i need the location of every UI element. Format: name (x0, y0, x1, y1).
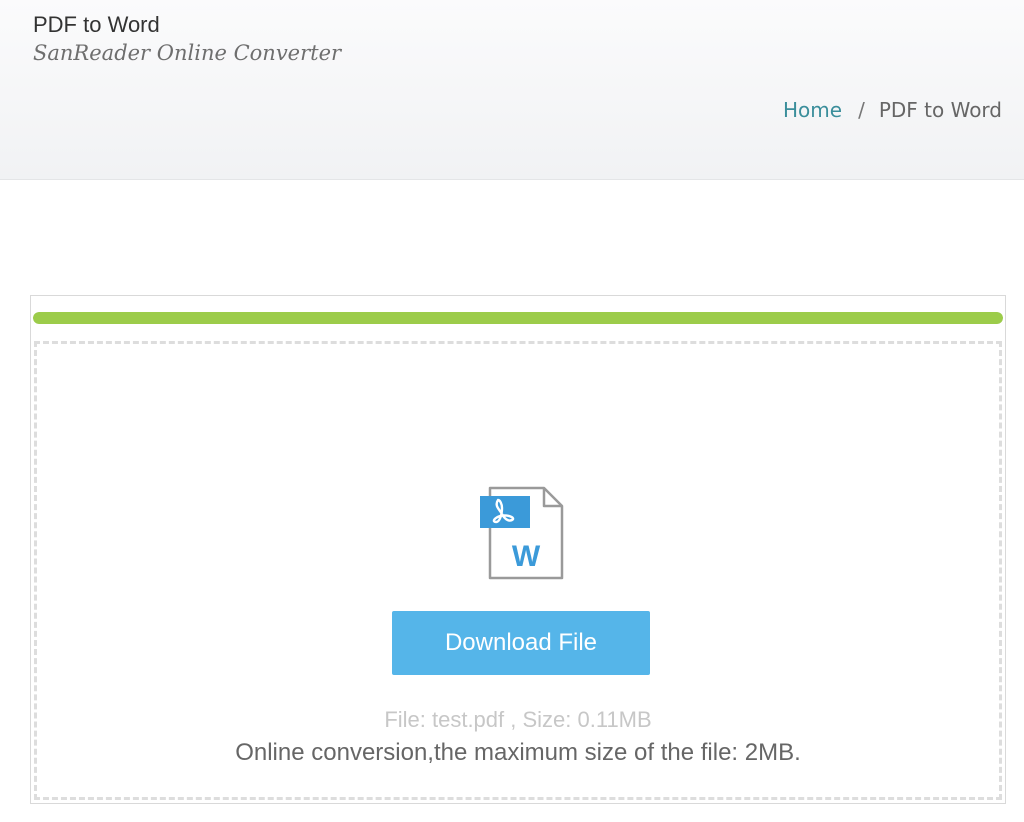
word-letter: W (512, 540, 541, 573)
converter-panel: W Download File File: test.pdf , Size: 0… (30, 295, 1006, 804)
site-subtitle: SanReader Online Converter (33, 41, 342, 65)
breadcrumb-separator: / (858, 98, 865, 122)
file-dropzone: W Download File File: test.pdf , Size: 0… (34, 341, 1002, 800)
download-file-button[interactable]: Download File (392, 611, 650, 675)
progress-bar (33, 312, 1003, 324)
breadcrumb-current: PDF to Word (878, 98, 1002, 122)
breadcrumb-home-link[interactable]: Home (783, 98, 842, 122)
progress-bar-fill (33, 312, 1003, 324)
page-header: PDF to Word SanReader Online Converter H… (0, 0, 1024, 180)
max-size-note: Online conversion,the maximum size of th… (235, 739, 801, 766)
pdf-to-word-file-icon: W (480, 486, 564, 580)
breadcrumb: Home / PDF to Word (783, 97, 1002, 123)
page-title: PDF to Word (33, 12, 160, 37)
file-info-text: File: test.pdf , Size: 0.11MB (384, 707, 652, 732)
